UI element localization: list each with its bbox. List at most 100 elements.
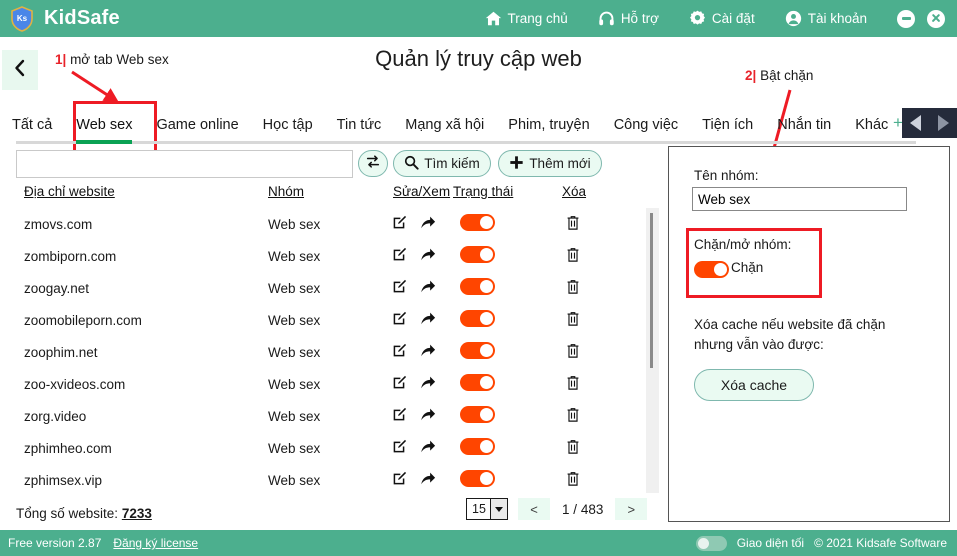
next-page-button[interactable]: >	[615, 498, 648, 520]
block-toggle[interactable]	[460, 374, 495, 394]
share-arrow-icon[interactable]	[420, 279, 436, 297]
tab-label: Công việc	[613, 117, 679, 133]
tab-tien-ich[interactable]: Tiện ích	[690, 106, 765, 144]
tab-khac[interactable]: Khác	[843, 106, 900, 144]
tab-cong-viec[interactable]: Công việc	[602, 106, 690, 144]
shield-logo-icon: Ks	[10, 5, 34, 32]
nav-item-account[interactable]: Tài khoản	[785, 10, 867, 27]
app-version: Free version 2.87	[8, 536, 102, 550]
clear-cache-button[interactable]: Xóa cache	[694, 369, 814, 401]
block-toggle[interactable]	[460, 246, 495, 266]
trash-icon[interactable]	[566, 471, 580, 490]
share-arrow-icon[interactable]	[420, 471, 436, 489]
table-row[interactable]: zoomobileporn.com Web sex	[0, 304, 660, 336]
page-size-select[interactable]: 15	[466, 498, 508, 520]
search-button[interactable]: Tìm kiếm	[393, 150, 491, 177]
trash-icon[interactable]	[566, 439, 580, 458]
edit-pencil-icon[interactable]	[392, 471, 407, 489]
nav-item-support[interactable]: Hỗ trợ	[598, 10, 659, 27]
share-arrow-icon[interactable]	[420, 407, 436, 425]
nav-label-support: Hỗ trợ	[620, 11, 659, 26]
column-header-group[interactable]: Nhóm	[268, 184, 304, 199]
cell-address: zoophim.net	[24, 344, 98, 360]
share-arrow-icon[interactable]	[420, 215, 436, 233]
edit-pencil-icon[interactable]	[392, 279, 407, 297]
column-header-edit[interactable]: Sửa/Xem	[393, 184, 450, 199]
cell-group: Web sex	[268, 376, 321, 392]
nav-item-home[interactable]: Trang chủ	[485, 10, 568, 27]
tab-label: Khác	[855, 117, 889, 133]
tab-web-sex[interactable]: Web sex	[64, 106, 144, 144]
sync-button[interactable]	[358, 150, 388, 177]
share-arrow-icon[interactable]	[420, 311, 436, 329]
table-row[interactable]: zphimheo.com Web sex	[0, 432, 660, 464]
edit-pencil-icon[interactable]	[392, 247, 407, 265]
block-toggle[interactable]	[460, 278, 495, 298]
minimize-icon[interactable]	[897, 9, 915, 28]
dark-mode-toggle[interactable]	[695, 535, 727, 551]
edit-pencil-icon[interactable]	[392, 407, 407, 425]
share-arrow-icon[interactable]	[420, 439, 436, 457]
column-header-delete[interactable]: Xóa	[562, 184, 586, 199]
column-header-state[interactable]: Trạng thái	[453, 184, 513, 199]
trash-icon[interactable]	[566, 279, 580, 298]
block-toggle[interactable]	[460, 438, 495, 458]
group-block-toggle[interactable]	[694, 261, 729, 283]
table-row[interactable]: zoo-xvideos.com Web sex	[0, 368, 660, 400]
edit-pencil-icon[interactable]	[392, 311, 407, 329]
share-arrow-icon[interactable]	[420, 247, 436, 265]
column-header-address[interactable]: Địa chỉ website	[24, 184, 115, 199]
share-arrow-icon[interactable]	[420, 375, 436, 393]
website-table: zmovs.com Web sex zombiporn.com Web sex …	[0, 208, 660, 493]
chevron-down-icon[interactable]	[490, 499, 507, 519]
table-row[interactable]: zoogay.net Web sex	[0, 272, 660, 304]
block-toggle[interactable]	[460, 406, 495, 426]
trash-icon[interactable]	[566, 247, 580, 266]
block-group-label: Chặn/mở nhóm:	[694, 237, 792, 252]
edit-pencil-icon[interactable]	[392, 375, 407, 393]
scrollbar-thumb[interactable]	[650, 213, 653, 368]
tab-hoc-tap[interactable]: Học tập	[251, 106, 325, 144]
edit-pencil-icon[interactable]	[392, 215, 407, 233]
share-arrow-icon[interactable]	[420, 343, 436, 361]
edit-pencil-icon[interactable]	[392, 343, 407, 361]
close-icon[interactable]	[927, 9, 945, 28]
block-toggle[interactable]	[460, 310, 495, 330]
triangle-left-icon[interactable]	[910, 115, 922, 131]
tab-game-online[interactable]: Game online	[144, 106, 250, 144]
triangle-right-icon[interactable]	[937, 115, 949, 131]
prev-page-button[interactable]: <	[518, 498, 550, 520]
group-name-input[interactable]	[692, 187, 907, 211]
table-scrollbar[interactable]	[646, 208, 659, 493]
edit-pencil-icon[interactable]	[392, 439, 407, 457]
tab-label: Nhắn tin	[777, 117, 832, 133]
search-input[interactable]	[16, 150, 353, 178]
tab-tin-tuc[interactable]: Tin tức	[325, 106, 394, 144]
tab-nhan-tin[interactable]: Nhắn tin	[765, 106, 843, 144]
trash-icon[interactable]	[566, 215, 580, 234]
trash-icon[interactable]	[566, 375, 580, 394]
tab-tat-ca[interactable]: Tất cả	[0, 106, 64, 144]
annotation-1-number: 1|	[55, 52, 67, 67]
trash-icon[interactable]	[566, 311, 580, 330]
tab-phim-truyen[interactable]: Phim, truyện	[496, 106, 601, 144]
table-row[interactable]: zoophim.net Web sex	[0, 336, 660, 368]
trash-icon[interactable]	[566, 343, 580, 362]
block-toggle[interactable]	[460, 342, 495, 362]
trash-icon[interactable]	[566, 407, 580, 426]
tab-mang-xa-hoi[interactable]: Mạng xã hội	[393, 106, 496, 144]
register-license-link[interactable]: Đăng ký license	[113, 536, 198, 550]
cell-group: Web sex	[268, 216, 321, 232]
table-row[interactable]: zmovs.com Web sex	[0, 208, 660, 240]
nav-item-settings[interactable]: Cài đặt	[689, 10, 755, 27]
block-toggle[interactable]	[460, 470, 495, 490]
tab-label: Phim, truyện	[508, 117, 590, 133]
annotation-1-arrow	[71, 70, 120, 103]
table-row[interactable]: zombiporn.com Web sex	[0, 240, 660, 272]
cell-address: zphimheo.com	[24, 440, 112, 456]
table-row[interactable]: zphimsex.vip Web sex	[0, 464, 660, 493]
block-toggle[interactable]	[460, 214, 495, 234]
table-row[interactable]: zorg.video Web sex	[0, 400, 660, 432]
add-new-button[interactable]: Thêm mới	[498, 150, 602, 177]
tab-scroll-nav	[902, 108, 957, 138]
